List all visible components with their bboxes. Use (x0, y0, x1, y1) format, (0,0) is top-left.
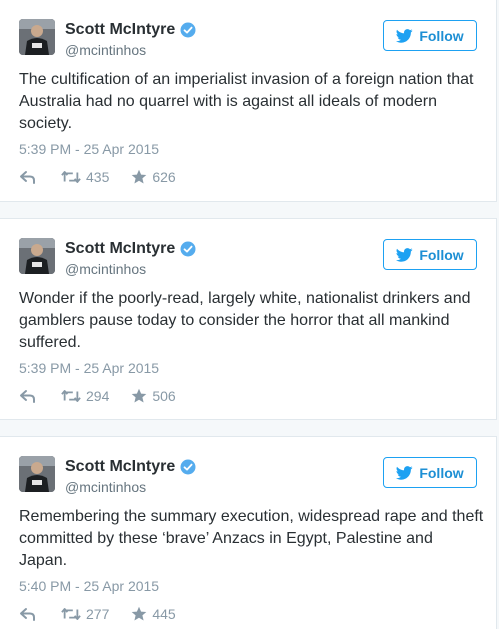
author-name[interactable]: Scott McIntyre (65, 239, 175, 259)
tweet-card[interactable]: Scott McIntyre @mcintinhos Follow The cu… (0, 0, 497, 202)
tweet-feed: Scott McIntyre @mcintinhos Follow The cu… (0, 0, 499, 629)
retweet-count: 435 (86, 169, 110, 185)
tweet-text: Wonder if the poorly-read, largely white… (19, 290, 471, 351)
retweet-count: 277 (86, 606, 110, 622)
author-name[interactable]: Scott McIntyre (65, 20, 175, 40)
tweet-timestamp[interactable]: 5:40 PM - 25 Apr 2015 (19, 577, 159, 595)
verified-badge-icon (180, 241, 196, 257)
retweet-icon (61, 608, 81, 620)
follow-label: Follow (419, 464, 464, 481)
favorite-button[interactable]: 445 (131, 605, 176, 623)
verified-badge-icon (180, 459, 196, 475)
tweet-card[interactable]: Scott McIntyre @mcintinhos Follow Rememb… (0, 436, 497, 629)
twitter-bird-icon (396, 247, 413, 262)
favorite-count: 445 (152, 606, 176, 622)
author-handle[interactable]: @mcintinhos (65, 41, 146, 59)
retweet-button[interactable]: 294 (61, 387, 109, 405)
tweet-card[interactable]: Scott McIntyre @mcintinhos Follow Wonder… (0, 218, 497, 420)
author-name-row: Scott McIntyre (65, 20, 196, 40)
tweet-actions: 277 445 (19, 605, 176, 623)
retweet-icon (61, 390, 81, 402)
tweet-text: The cultification of an imperialist inva… (19, 71, 474, 132)
tweet-actions: 435 626 (19, 168, 176, 186)
reply-icon (20, 171, 35, 184)
author-name-row: Scott McIntyre (65, 457, 196, 477)
reply-button[interactable] (19, 606, 61, 622)
author-handle[interactable]: @mcintinhos (65, 260, 146, 278)
tweet-text: Remembering the summary execution, wides… (19, 508, 484, 569)
author-handle[interactable]: @mcintinhos (65, 478, 146, 496)
favorite-button[interactable]: 506 (131, 387, 176, 405)
follow-label: Follow (419, 246, 464, 263)
favorite-count: 626 (152, 169, 176, 185)
favorite-star-icon (132, 606, 147, 621)
favorite-star-icon (132, 169, 147, 184)
retweet-icon (61, 171, 81, 183)
tweet-timestamp[interactable]: 5:39 PM - 25 Apr 2015 (19, 140, 159, 158)
favorite-button[interactable]: 626 (131, 168, 176, 186)
follow-button[interactable]: Follow (383, 239, 477, 270)
author-name-row: Scott McIntyre (65, 239, 196, 259)
reply-button[interactable] (19, 388, 61, 404)
follow-button[interactable]: Follow (383, 457, 477, 488)
reply-icon (20, 608, 35, 621)
favorite-count: 506 (152, 388, 176, 404)
twitter-bird-icon (396, 465, 413, 480)
avatar[interactable] (19, 238, 55, 274)
avatar[interactable] (19, 456, 55, 492)
follow-label: Follow (419, 27, 464, 44)
verified-badge-icon (180, 22, 196, 38)
retweet-button[interactable]: 277 (61, 605, 109, 623)
avatar[interactable] (19, 19, 55, 55)
retweet-count: 294 (86, 388, 110, 404)
retweet-button[interactable]: 435 (61, 168, 109, 186)
author-name[interactable]: Scott McIntyre (65, 457, 175, 477)
tweet-actions: 294 506 (19, 387, 176, 405)
twitter-bird-icon (396, 28, 413, 43)
favorite-star-icon (132, 388, 147, 403)
reply-icon (20, 390, 35, 403)
reply-button[interactable] (19, 169, 61, 185)
tweet-timestamp[interactable]: 5:39 PM - 25 Apr 2015 (19, 359, 159, 377)
follow-button[interactable]: Follow (383, 20, 477, 51)
